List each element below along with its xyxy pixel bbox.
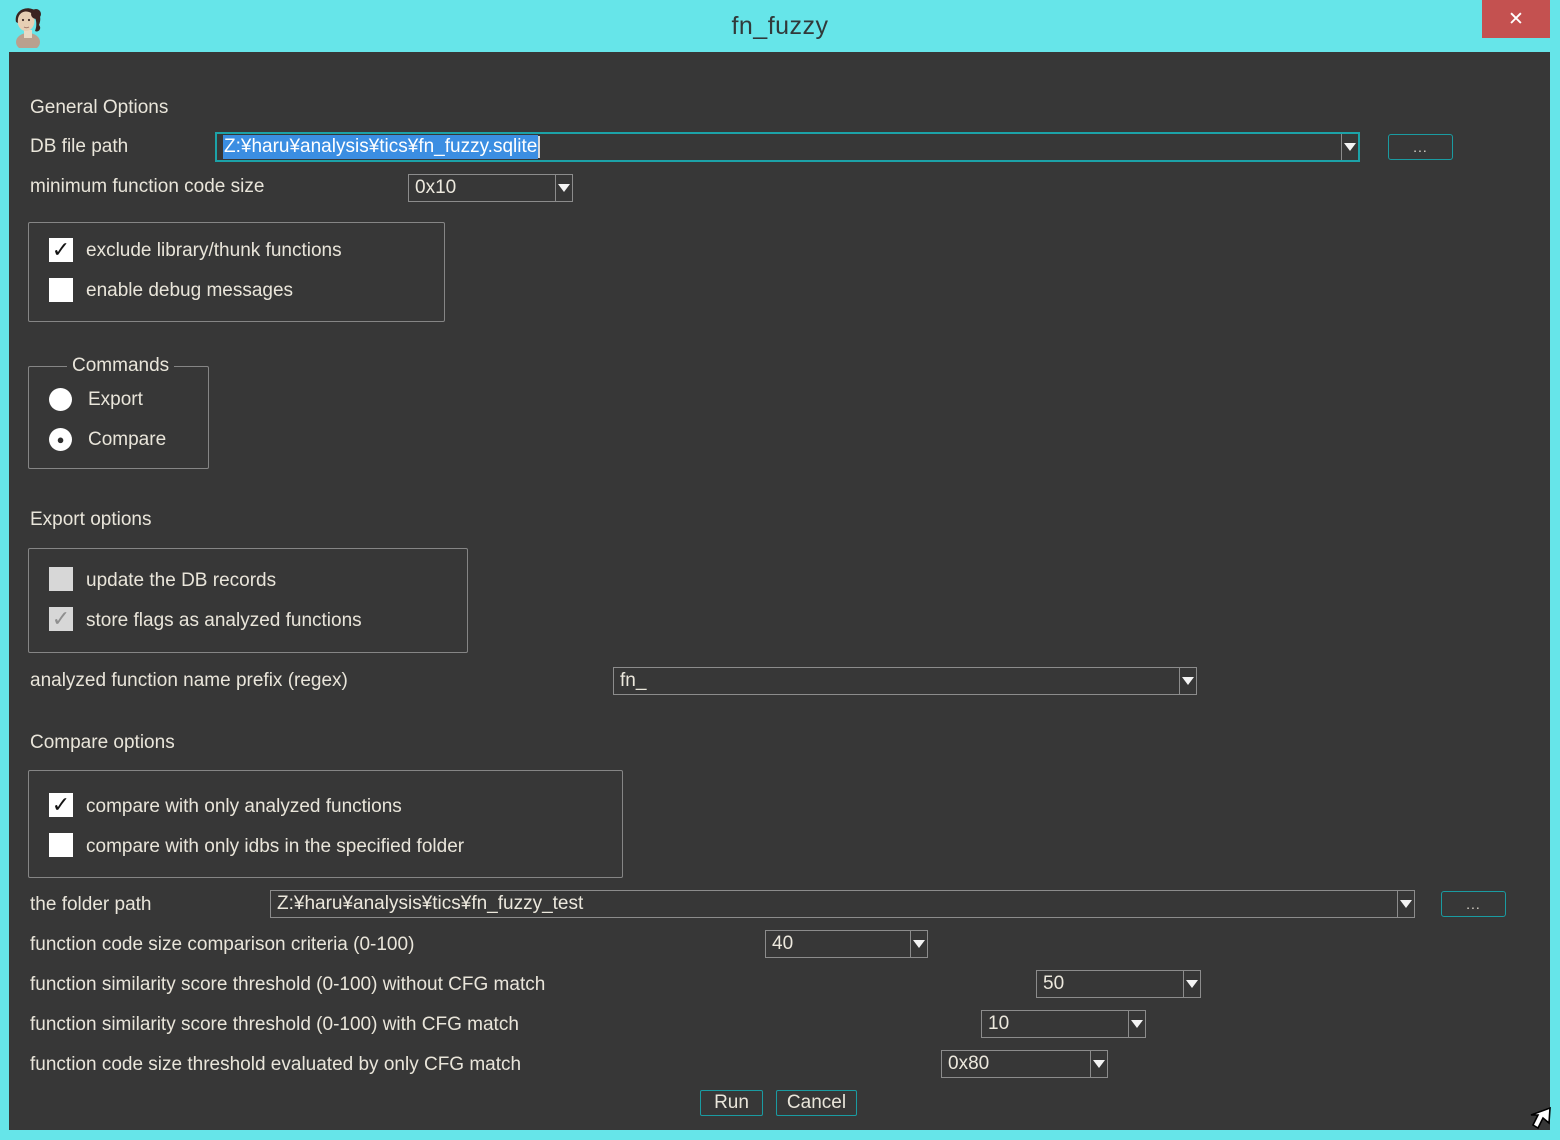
store-flags-label: store flags as analyzed functions	[86, 610, 362, 632]
threshold-with-cfg-value: 10	[988, 1013, 1009, 1035]
enable-debug-checkbox[interactable]	[49, 278, 73, 302]
dialog-body: General Options DB file path Z:¥haru¥ana…	[9, 52, 1550, 1130]
run-button[interactable]: Run	[700, 1090, 763, 1116]
threshold-without-cfg-dropdown[interactable]: 50	[1036, 970, 1201, 998]
chevron-down-icon	[1400, 900, 1412, 908]
compare-idbs-label[interactable]: compare with only idbs in the specified …	[86, 836, 464, 858]
size-threshold-cfg-dropdown[interactable]: 0x80	[941, 1050, 1108, 1078]
folder-path-value: Z:¥haru¥analysis¥tics¥fn_fuzzy_test	[277, 893, 583, 915]
general-options-heading: General Options	[30, 97, 168, 119]
folder-path-dropdown-button[interactable]	[1397, 891, 1414, 917]
close-button[interactable]: ✕	[1482, 0, 1550, 38]
db-file-path-value: Z:¥haru¥analysis¥tics¥fn_fuzzy.sqlite	[223, 135, 538, 159]
compare-radio[interactable]: ●	[49, 428, 72, 451]
threshold-with-cfg-dropdown-button[interactable]	[1128, 1011, 1145, 1037]
close-icon: ✕	[1508, 8, 1524, 31]
export-radio-label[interactable]: Export	[88, 389, 143, 411]
export-radio[interactable]	[49, 388, 72, 411]
exclude-library-label[interactable]: exclude library/thunk functions	[86, 240, 342, 262]
threshold-without-cfg-label: function similarity score threshold (0-1…	[30, 974, 545, 996]
folder-path-combobox[interactable]: Z:¥haru¥analysis¥tics¥fn_fuzzy_test	[270, 890, 1415, 918]
export-checkbox-group: update the DB records ✓ store flags as a…	[28, 548, 468, 653]
folder-path-browse-button[interactable]: ...	[1441, 891, 1506, 917]
enable-debug-label[interactable]: enable debug messages	[86, 280, 293, 302]
threshold-with-cfg-dropdown[interactable]: 10	[981, 1010, 1146, 1038]
commands-legend: Commands	[67, 355, 174, 377]
chevron-down-icon	[1344, 143, 1356, 151]
compare-idbs-checkbox[interactable]	[49, 833, 73, 857]
window-title: fn_fuzzy	[0, 12, 1560, 41]
criteria-value: 40	[772, 933, 793, 955]
criteria-dropdown[interactable]: 40	[765, 930, 928, 958]
compare-analyzed-checkbox[interactable]: ✓	[49, 793, 73, 817]
titlebar[interactable]: fn_fuzzy ✕	[0, 0, 1560, 52]
size-threshold-cfg-value: 0x80	[948, 1053, 989, 1075]
checkmark-icon: ✓	[52, 794, 70, 816]
compare-radio-label[interactable]: Compare	[88, 429, 166, 451]
mouse-cursor-icon	[1524, 1106, 1554, 1136]
threshold-without-cfg-dropdown-button[interactable]	[1183, 971, 1200, 997]
chevron-down-icon	[1186, 980, 1198, 988]
size-threshold-cfg-label: function code size threshold evaluated b…	[30, 1054, 521, 1076]
commands-group: Commands Export ● Compare	[28, 366, 209, 469]
update-db-records-label: update the DB records	[86, 570, 276, 592]
checkmark-icon: ✓	[52, 239, 70, 261]
min-code-size-value: 0x10	[415, 177, 456, 199]
prefix-label: analyzed function name prefix (regex)	[30, 670, 348, 692]
chevron-down-icon	[1131, 1020, 1143, 1028]
db-file-path-combobox[interactable]: Z:¥haru¥analysis¥tics¥fn_fuzzy.sqlite	[215, 132, 1360, 162]
compare-options-heading: Compare options	[30, 732, 175, 754]
min-code-size-dropdown[interactable]: 0x10	[408, 174, 573, 202]
text-caret	[538, 136, 540, 158]
chevron-down-icon	[913, 940, 925, 948]
exclude-library-checkbox[interactable]: ✓	[49, 238, 73, 262]
threshold-without-cfg-value: 50	[1043, 973, 1064, 995]
db-path-browse-button[interactable]: ...	[1388, 134, 1453, 160]
min-code-size-dropdown-button[interactable]	[555, 175, 572, 201]
criteria-dropdown-button[interactable]	[910, 931, 927, 957]
general-checkbox-group: ✓ exclude library/thunk functions enable…	[28, 222, 445, 322]
size-threshold-cfg-dropdown-button[interactable]	[1090, 1051, 1107, 1077]
chevron-down-icon	[1093, 1060, 1105, 1068]
prefix-combobox[interactable]: fn_	[613, 667, 1197, 695]
fn-fuzzy-dialog: fn_fuzzy ✕ General Options DB file path …	[0, 0, 1560, 1140]
criteria-label: function code size comparison criteria (…	[30, 934, 414, 956]
compare-checkbox-group: ✓ compare with only analyzed functions c…	[28, 770, 623, 878]
radio-dot-icon: ●	[57, 433, 65, 446]
store-flags-checkbox: ✓	[49, 607, 73, 631]
db-path-dropdown-button[interactable]	[1341, 134, 1358, 160]
compare-analyzed-label[interactable]: compare with only analyzed functions	[86, 796, 402, 818]
checkmark-icon: ✓	[52, 608, 70, 630]
chevron-down-icon	[1182, 677, 1194, 685]
prefix-value: fn_	[620, 670, 646, 692]
folder-path-label: the folder path	[30, 894, 151, 916]
threshold-with-cfg-label: function similarity score threshold (0-1…	[30, 1014, 519, 1036]
chevron-down-icon	[558, 184, 570, 192]
db-file-path-label: DB file path	[30, 136, 128, 158]
cancel-button[interactable]: Cancel	[776, 1090, 857, 1116]
min-code-size-label: minimum function code size	[30, 176, 264, 198]
export-options-heading: Export options	[30, 509, 151, 531]
prefix-dropdown-button[interactable]	[1179, 668, 1196, 694]
update-db-records-checkbox	[49, 567, 73, 591]
